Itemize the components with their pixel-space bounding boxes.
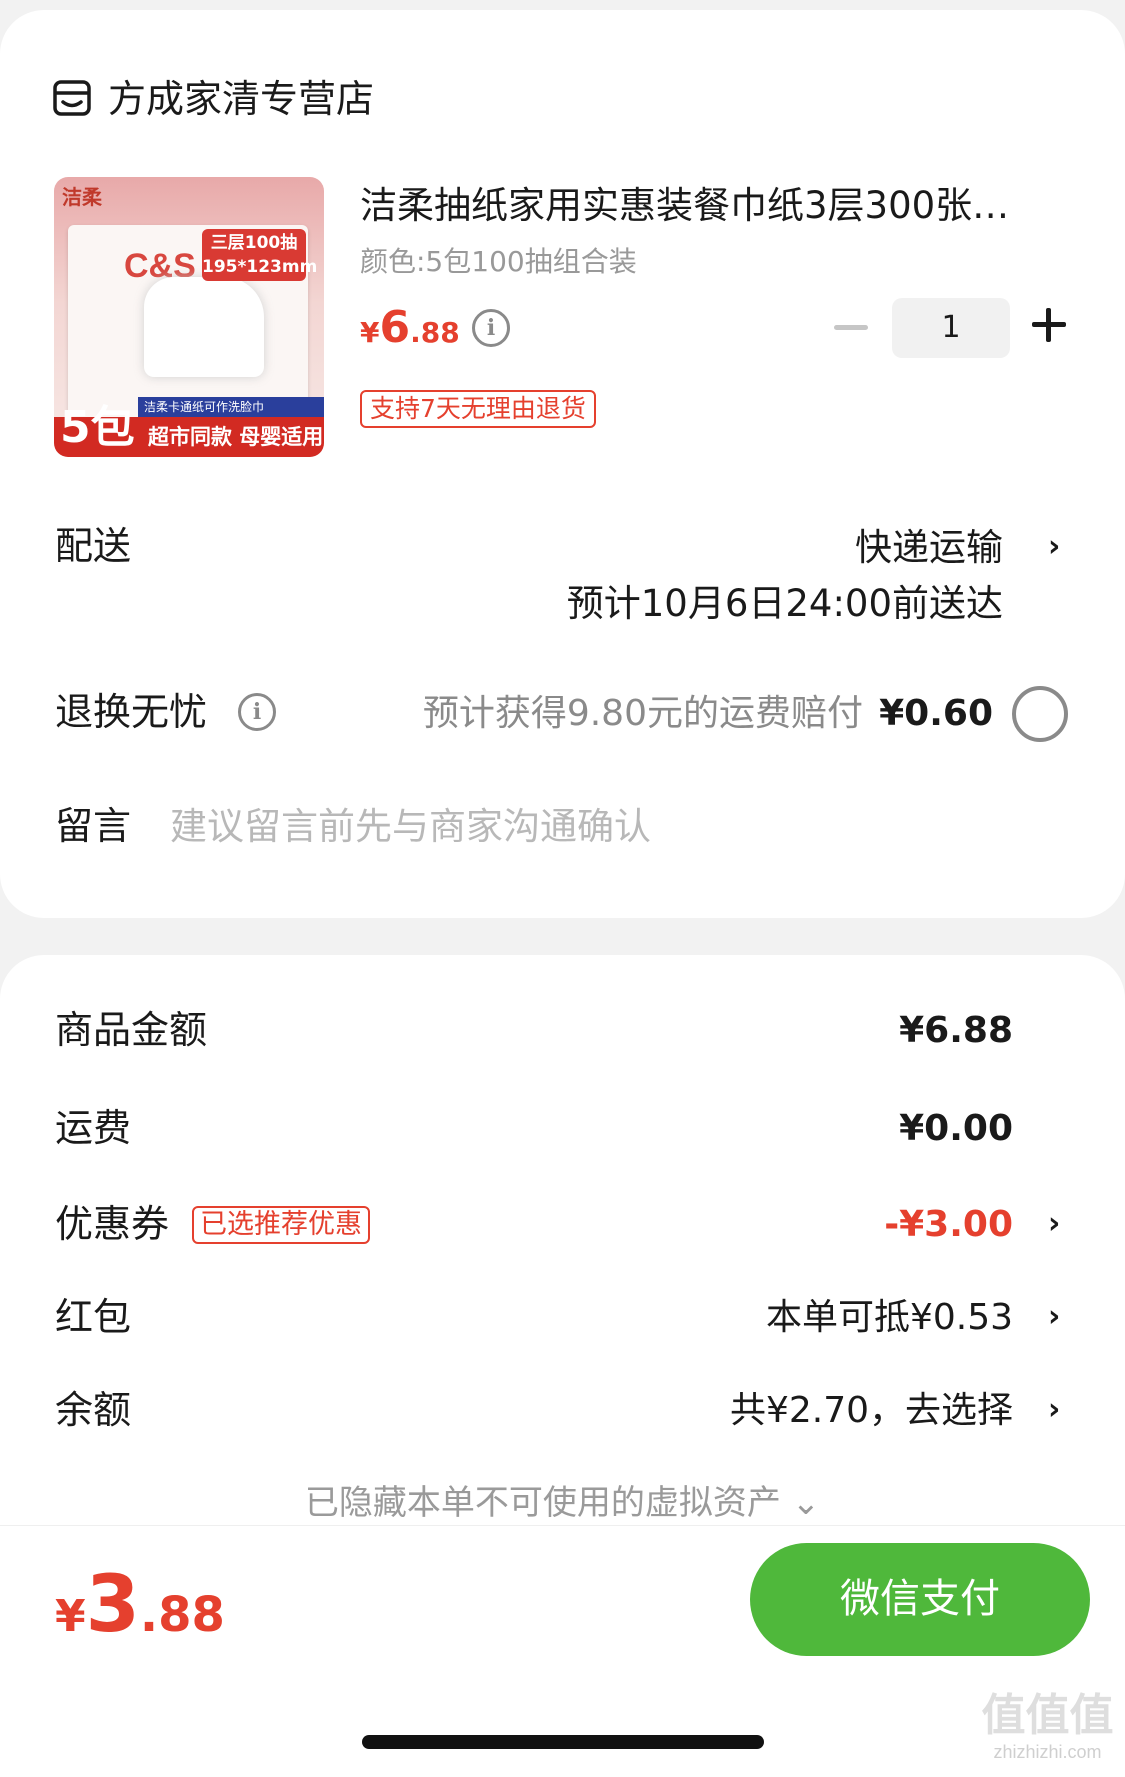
- increase-quantity-button[interactable]: [1032, 308, 1066, 342]
- product-image-tissue: [144, 277, 264, 377]
- return-insurance-price: ¥0.60: [879, 693, 993, 734]
- chevron-right-icon[interactable]: ›: [1048, 1302, 1066, 1332]
- product-spec[interactable]: 颜色:5包100抽组合装: [360, 240, 637, 280]
- product-image-tag: 三层100抽 195*123mm: [202, 229, 318, 281]
- product-image-tag-line2: 195*123mm: [202, 257, 318, 277]
- watermark-main: 值值值: [981, 1691, 1114, 1740]
- price-info-icon[interactable]: i: [472, 309, 510, 347]
- product-image-strip: 洁柔卡通纸可作洗脸巾: [138, 397, 324, 417]
- message-label: 留言: [55, 804, 132, 848]
- chevron-right-icon[interactable]: ›: [1048, 1395, 1066, 1425]
- product-price-decimal: .88: [410, 316, 460, 349]
- return-info-icon[interactable]: i: [238, 693, 276, 731]
- chevron-right-icon[interactable]: ›: [1048, 532, 1066, 562]
- wechat-pay-button[interactable]: 微信支付: [750, 1543, 1090, 1656]
- shop-icon: [53, 80, 91, 116]
- total-decimal: .88: [139, 1587, 225, 1643]
- goods-amount-value: ¥6.88: [899, 1010, 1013, 1051]
- shipping-fee-value: ¥0.00: [899, 1108, 1013, 1149]
- chevron-right-icon[interactable]: ›: [1048, 1209, 1066, 1239]
- product-image-slogan: 超市同款 母婴适用: [148, 425, 324, 449]
- balance-value[interactable]: 共¥2.70，去选择: [730, 1387, 1013, 1435]
- watermark-sub: zhizhizhi.com: [993, 1742, 1102, 1762]
- product-image-tag-line1: 三层100抽: [210, 233, 298, 253]
- message-input[interactable]: [170, 796, 1030, 856]
- total-price: ¥3.88: [55, 1560, 225, 1650]
- total-integer: 3: [85, 1560, 140, 1650]
- return-policy-badge: 支持7天无理由退货: [360, 390, 596, 428]
- quantity-value[interactable]: 1: [892, 298, 1010, 358]
- product-price-integer: 6: [379, 302, 411, 353]
- shop-name[interactable]: 方成家清专营店: [108, 75, 374, 123]
- delivery-label: 配送: [55, 524, 132, 568]
- product-price: ¥6.88: [360, 302, 460, 353]
- decrease-quantity-button[interactable]: [834, 325, 868, 330]
- balance-label: 余额: [55, 1388, 132, 1432]
- red-packet-value[interactable]: 本单可抵¥0.53: [766, 1294, 1013, 1342]
- order-card: [0, 10, 1125, 918]
- product-image[interactable]: 洁柔 C&S 三层100抽 195*123mm 洁柔卡通纸可作洗脸巾 5包 超市…: [54, 177, 324, 457]
- hidden-assets-toggle[interactable]: 已隐藏本单不可使用的虚拟资产 ⌄: [0, 1480, 1125, 1526]
- return-insurance-label: 退换无忧: [55, 690, 208, 734]
- product-image-brand: 洁柔: [62, 185, 102, 209]
- shipping-fee-label: 运费: [55, 1106, 132, 1150]
- product-title[interactable]: 洁柔抽纸家用实惠装餐巾纸3层300张…: [360, 182, 1060, 230]
- delivery-method[interactable]: 快递运输: [855, 524, 1003, 572]
- home-indicator[interactable]: [362, 1735, 764, 1749]
- return-insurance-note: 预计获得9.80元的运费赔付: [422, 693, 863, 734]
- coupon-label: 优惠券: [55, 1202, 170, 1246]
- product-price-currency: ¥: [360, 316, 380, 349]
- coupon-badge: 已选推荐优惠: [192, 1206, 370, 1244]
- watermark: 值值值 zhizhizhi.com: [975, 1690, 1120, 1763]
- total-currency: ¥: [55, 1591, 86, 1642]
- return-insurance-radio[interactable]: [1012, 686, 1068, 742]
- product-image-count: 5包: [60, 402, 135, 453]
- delivery-eta: 预计10月6日24:00前送达: [566, 582, 1003, 625]
- red-packet-label: 红包: [55, 1295, 132, 1339]
- goods-amount-label: 商品金额: [55, 1008, 208, 1052]
- coupon-value[interactable]: -¥3.00: [884, 1201, 1013, 1249]
